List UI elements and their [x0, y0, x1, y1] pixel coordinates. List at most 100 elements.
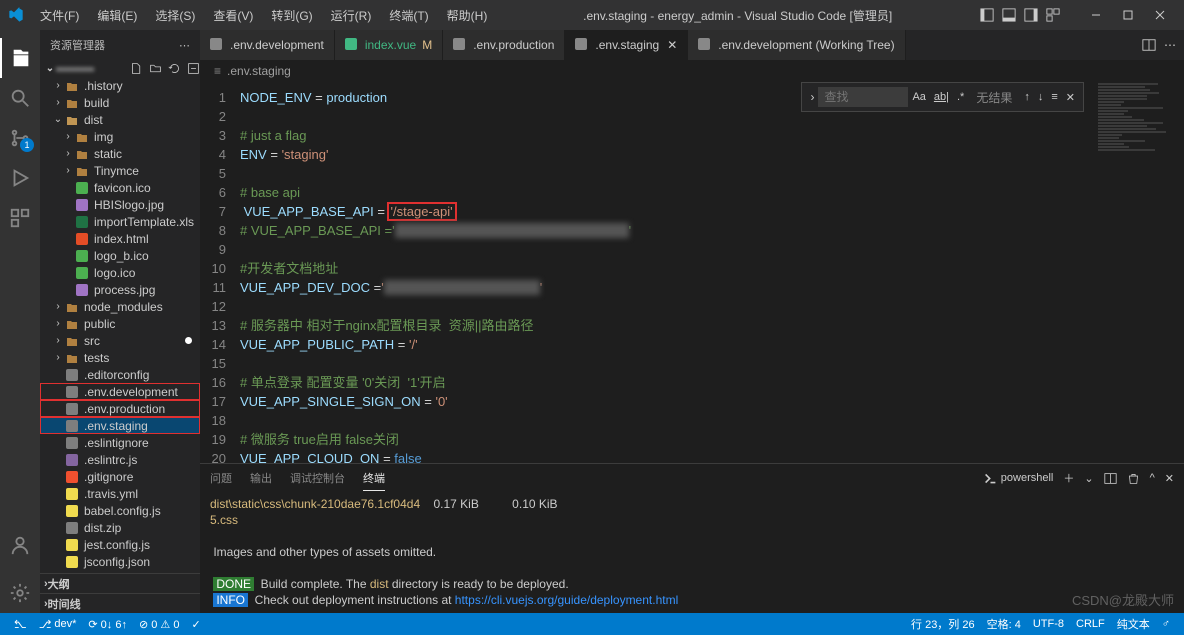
- menu-item[interactable]: 转到(G): [263, 3, 320, 28]
- tree-item[interactable]: favicon.ico: [40, 179, 200, 196]
- project-root-row[interactable]: ⌄ ▪▪▪▪▪▪▪▪▪: [40, 60, 200, 77]
- tree-item[interactable]: jest.config.js: [40, 536, 200, 553]
- new-file-icon[interactable]: [130, 62, 143, 75]
- terminal-shell-picker[interactable]: powershell: [984, 472, 1054, 485]
- outline-section[interactable]: ›大纲: [40, 573, 200, 593]
- find-whole-word[interactable]: ab|: [930, 91, 953, 103]
- editor-body[interactable]: › Aa ab| .* 无结果 ↑ ↓ ≡ ✕ 1234567891011121…: [200, 82, 1184, 463]
- tree-item[interactable]: logo_b.ico: [40, 247, 200, 264]
- minimap[interactable]: [1094, 82, 1184, 463]
- editor-tab[interactable]: .env.development (Working Tree): [688, 30, 905, 60]
- editor-tab[interactable]: .env.staging✕: [565, 30, 688, 60]
- find-prev[interactable]: ↑: [1020, 91, 1034, 103]
- tree-item[interactable]: .env.production: [40, 400, 200, 417]
- tree-item[interactable]: .env.development: [40, 383, 200, 400]
- menu-item[interactable]: 帮助(H): [439, 3, 496, 28]
- sidebar-more-icon[interactable]: ⋯: [179, 39, 190, 52]
- terminal-trash-icon[interactable]: [1127, 472, 1140, 485]
- refresh-icon[interactable]: [168, 62, 181, 75]
- menu-item[interactable]: 文件(F): [32, 3, 87, 28]
- terminal-split-icon[interactable]: [1104, 472, 1117, 485]
- new-folder-icon[interactable]: [149, 62, 162, 75]
- tree-item[interactable]: ⌄dist: [40, 111, 200, 128]
- tree-item[interactable]: ›.history: [40, 77, 200, 94]
- sb-problems[interactable]: ⊘ 0 ⚠ 0: [133, 618, 185, 631]
- editor-tab[interactable]: index.vueM: [335, 30, 443, 60]
- menu-item[interactable]: 运行(R): [323, 3, 380, 28]
- find-close[interactable]: ✕: [1062, 91, 1079, 104]
- tree-item[interactable]: .gitignore: [40, 468, 200, 485]
- sb-remote[interactable]: ⎇: [8, 618, 33, 631]
- tree-item[interactable]: .eslintrc.js: [40, 451, 200, 468]
- editor-tab[interactable]: .env.development: [200, 30, 335, 60]
- tree-item[interactable]: babel.config.js: [40, 502, 200, 519]
- sb-sync[interactable]: ⟳ 0↓ 6↑: [82, 618, 133, 631]
- tree-item[interactable]: .travis.yml: [40, 485, 200, 502]
- sb-lang[interactable]: 纯文本: [1111, 616, 1156, 632]
- sb-indent[interactable]: 空格: 4: [981, 616, 1027, 632]
- menu-item[interactable]: 编辑(E): [89, 3, 145, 28]
- tree-item[interactable]: ›build: [40, 94, 200, 111]
- sb-check[interactable]: ✓: [185, 618, 206, 631]
- tree-item[interactable]: .env.staging: [40, 417, 200, 434]
- sb-linecol[interactable]: 行 23，列 26: [905, 616, 981, 632]
- tree-item[interactable]: ›Tinymce: [40, 162, 200, 179]
- activity-settings[interactable]: [0, 573, 40, 613]
- panel-maximize-icon[interactable]: ^: [1150, 472, 1155, 484]
- tree-item[interactable]: ›src: [40, 332, 200, 349]
- tree-item[interactable]: .eslintignore: [40, 434, 200, 451]
- activity-extensions[interactable]: [0, 198, 40, 238]
- tree-item[interactable]: ›tests: [40, 349, 200, 366]
- tree-item[interactable]: ›node_modules: [40, 298, 200, 315]
- activity-scm[interactable]: 1: [0, 118, 40, 158]
- menu-item[interactable]: 查看(V): [205, 3, 261, 28]
- tree-item[interactable]: logo.ico: [40, 264, 200, 281]
- find-regex[interactable]: .*: [953, 91, 968, 103]
- maximize-button[interactable]: [1112, 0, 1144, 30]
- editor-tab[interactable]: .env.production: [443, 30, 565, 60]
- terminal-new-icon[interactable]: ＋: [1063, 470, 1074, 486]
- timeline-section[interactable]: ›时间线: [40, 593, 200, 613]
- find-match-case[interactable]: Aa: [908, 91, 929, 103]
- tree-item[interactable]: ›img: [40, 128, 200, 145]
- sb-feedback[interactable]: ♂: [1156, 616, 1176, 632]
- split-editor-icon[interactable]: [1142, 38, 1156, 52]
- panel-tab[interactable]: 调试控制台: [290, 466, 345, 490]
- find-next[interactable]: ↓: [1034, 91, 1048, 103]
- panel-tab[interactable]: 终端: [363, 466, 385, 491]
- tree-item[interactable]: jsconfig.json: [40, 553, 200, 570]
- tree-item[interactable]: .editorconfig: [40, 366, 200, 383]
- layout-bottom-icon[interactable]: [1002, 8, 1016, 22]
- sb-encoding[interactable]: UTF-8: [1027, 616, 1070, 632]
- layout-right-icon[interactable]: [1024, 8, 1038, 22]
- sb-eol[interactable]: CRLF: [1070, 616, 1111, 632]
- breadcrumb[interactable]: ≡ .env.staging: [200, 60, 1184, 82]
- find-toggle-replace[interactable]: ›: [806, 90, 818, 104]
- tab-more-icon[interactable]: ⋯: [1164, 38, 1176, 52]
- tree-item[interactable]: HBISlogo.jpg: [40, 196, 200, 213]
- tree-item[interactable]: ›static: [40, 145, 200, 162]
- panel-tab[interactable]: 问题: [210, 466, 232, 490]
- activity-debug[interactable]: [0, 158, 40, 198]
- tree-item[interactable]: importTemplate.xls: [40, 213, 200, 230]
- layout-customize-icon[interactable]: [1046, 8, 1060, 22]
- terminal-content[interactable]: dist\static\css\chunk-210dae76.1cf04d4 0…: [200, 492, 1184, 613]
- tree-item[interactable]: process.jpg: [40, 281, 200, 298]
- activity-search[interactable]: [0, 78, 40, 118]
- menu-item[interactable]: 终端(T): [381, 3, 436, 28]
- close-button[interactable]: [1144, 0, 1176, 30]
- terminal-dropdown-icon[interactable]: ⌄: [1084, 472, 1093, 485]
- collapse-icon[interactable]: [187, 62, 200, 75]
- minimize-button[interactable]: [1080, 0, 1112, 30]
- panel-close-icon[interactable]: ✕: [1165, 472, 1174, 485]
- menu-item[interactable]: 选择(S): [147, 3, 203, 28]
- find-in-selection[interactable]: ≡: [1047, 91, 1061, 103]
- activity-account[interactable]: [0, 525, 40, 565]
- tree-item[interactable]: index.html: [40, 230, 200, 247]
- tree-item[interactable]: dist.zip: [40, 519, 200, 536]
- find-input[interactable]: [818, 87, 908, 107]
- activity-explorer[interactable]: [0, 38, 40, 78]
- sb-branch[interactable]: ⎇dev*: [33, 618, 83, 631]
- layout-panel-icon[interactable]: [980, 8, 994, 22]
- code-content[interactable]: NODE_ENV = production # just a flagENV =…: [240, 82, 1094, 463]
